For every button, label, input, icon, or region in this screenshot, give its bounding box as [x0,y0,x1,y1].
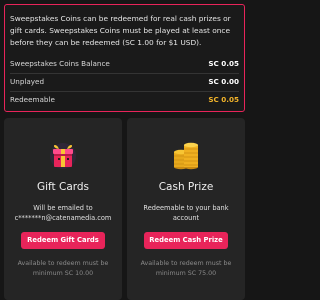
gift-cards-minimum-note: Available to redeem must be minimum SC 1… [8,259,118,279]
balance-label: Sweepstakes Coins Balance [10,59,110,68]
cash-prize-card: Cash Prize Redeemable to your bank accou… [127,118,245,300]
gift-box-icon [49,140,77,170]
minimum-amount: minimum SC 10.00 [32,270,94,277]
sweepstakes-description: Sweepstakes Coins can be redeemed for re… [10,14,231,47]
email-address: c*******n@catenamedia.com [14,214,112,222]
balance-value: SC 0.05 [208,59,239,68]
gift-cards-title: Gift Cards [36,181,90,193]
cash-prize-description: Redeemable to your bank account [131,203,241,223]
minimum-note-line: Available to redeem must be [17,260,109,267]
cash-prize-title: Cash Prize [158,181,214,193]
redeemable-row: Redeemable SC 0.05 [10,94,239,106]
redeem-gift-cards-button[interactable]: Redeem Gift Cards [21,232,105,249]
redeemable-value: SC 0.05 [208,95,239,104]
gift-cards-description: Will be emailed to c*******n@catenamedia… [8,203,118,223]
gift-cards-card: Gift Cards Will be emailed to c*******n@… [4,118,122,300]
email-note: Will be emailed to [33,204,93,212]
minimum-amount: minimum SC 75.00 [155,270,217,277]
unplayed-value: SC 0.00 [208,77,239,86]
cash-prize-minimum-note: Available to redeem must be minimum SC 7… [131,259,241,279]
redeemable-label: Redeemable [10,95,55,104]
divider [10,91,239,92]
bank-note: Redeemable to your bank account [143,204,229,222]
unplayed-row: Unplayed SC 0.00 [10,76,239,88]
redeem-cash-prize-button[interactable]: Redeem Cash Prize [144,232,228,249]
unplayed-label: Unplayed [10,77,45,86]
minimum-note-line: Available to redeem must be [140,260,232,267]
coin-stack-icon [172,140,200,170]
sweepstakes-info-panel: Sweepstakes Coins can be redeemed for re… [4,4,245,112]
divider [10,73,239,74]
balance-row: Sweepstakes Coins Balance SC 0.05 [10,58,239,70]
